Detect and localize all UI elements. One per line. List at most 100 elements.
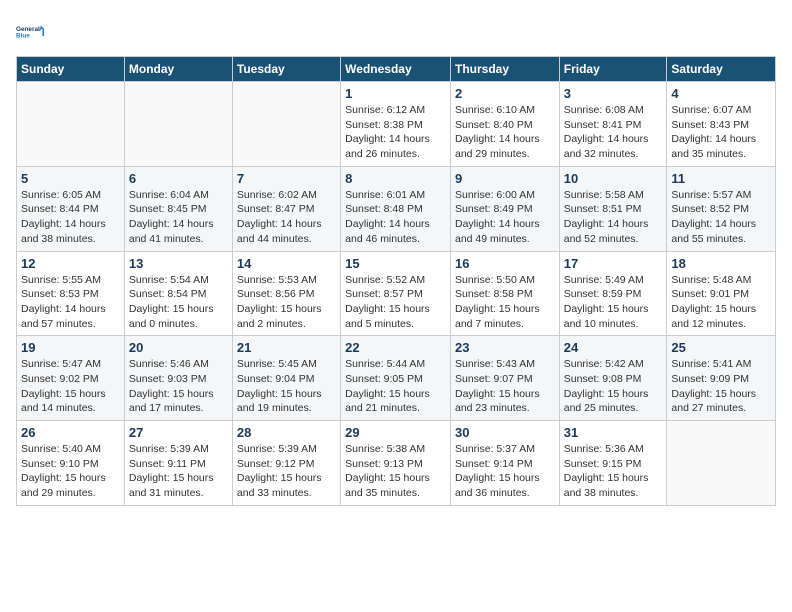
day-info: Sunrise: 5:39 AM Sunset: 9:11 PM Dayligh… <box>129 442 228 501</box>
calendar-week-row: 19 Sunrise: 5:47 AM Sunset: 9:02 PM Dayli… <box>17 336 776 421</box>
day-number: 27 <box>129 425 228 440</box>
logo-icon: GeneralBlue <box>16 16 48 48</box>
calendar-cell <box>232 82 340 167</box>
calendar-cell <box>124 82 232 167</box>
day-info: Sunrise: 6:10 AM Sunset: 8:40 PM Dayligh… <box>455 103 555 162</box>
calendar-cell: 22Sunrise: 5:44 AM Sunset: 9:05 PM Dayli… <box>341 336 451 421</box>
day-number: 15 <box>345 256 446 271</box>
day-info: Sunrise: 5:55 AM Sunset: 8:53 PM Dayligh… <box>21 273 120 332</box>
day-number: 25 <box>671 340 771 355</box>
calendar-cell: 1 Sunrise: 6:12 AM Sunset: 8:38 PM Daylig… <box>341 82 451 167</box>
day-info: Sunrise: 6:08 AM Sunset: 8:41 PM Dayligh… <box>564 103 663 162</box>
calendar-cell: 31Sunrise: 5:36 AM Sunset: 9:15 PM Dayli… <box>559 421 667 506</box>
calendar-cell: 8 Sunrise: 6:01 AM Sunset: 8:48 PM Daylig… <box>341 166 451 251</box>
weekday-header: Friday <box>559 57 667 82</box>
calendar-cell: 24 Sunrise: 5:42 AM Sunset: 9:08 PM Dayli… <box>559 336 667 421</box>
calendar-cell: 12 Sunrise: 5:55 AM Sunset: 8:53 PM Dayli… <box>17 251 125 336</box>
weekday-header: Tuesday <box>232 57 340 82</box>
calendar-cell: 30 Sunrise: 5:37 AM Sunset: 9:14 PM Dayli… <box>450 421 559 506</box>
calendar-cell: 19 Sunrise: 5:47 AM Sunset: 9:02 PM Dayli… <box>17 336 125 421</box>
day-info: Sunrise: 6:01 AM Sunset: 8:48 PM Dayligh… <box>345 188 446 247</box>
calendar-cell: 28 Sunrise: 5:39 AM Sunset: 9:12 PM Dayli… <box>232 421 340 506</box>
day-number: 8 <box>345 171 446 186</box>
svg-text:General: General <box>16 26 40 33</box>
calendar-body: 1 Sunrise: 6:12 AM Sunset: 8:38 PM Daylig… <box>17 82 776 506</box>
day-number: 14 <box>237 256 336 271</box>
day-number: 23 <box>455 340 555 355</box>
day-number: 19 <box>21 340 120 355</box>
day-info: Sunrise: 5:39 AM Sunset: 9:12 PM Dayligh… <box>237 442 336 501</box>
calendar-week-row: 26 Sunrise: 5:40 AM Sunset: 9:10 PM Dayli… <box>17 421 776 506</box>
day-number: 6 <box>129 171 228 186</box>
day-number: 22 <box>345 340 446 355</box>
page-header: GeneralBlue <box>16 16 776 48</box>
day-info: Sunrise: 5:42 AM Sunset: 9:08 PM Dayligh… <box>564 357 663 416</box>
calendar-cell: 4Sunrise: 6:07 AM Sunset: 8:43 PM Daylig… <box>667 82 776 167</box>
calendar-cell: 5Sunrise: 6:05 AM Sunset: 8:44 PM Daylig… <box>17 166 125 251</box>
calendar-cell: 23 Sunrise: 5:43 AM Sunset: 9:07 PM Dayli… <box>450 336 559 421</box>
day-info: Sunrise: 6:04 AM Sunset: 8:45 PM Dayligh… <box>129 188 228 247</box>
day-number: 1 <box>345 86 446 101</box>
day-info: Sunrise: 5:41 AM Sunset: 9:09 PM Dayligh… <box>671 357 771 416</box>
svg-text:Blue: Blue <box>16 33 30 40</box>
day-number: 9 <box>455 171 555 186</box>
day-info: Sunrise: 5:58 AM Sunset: 8:51 PM Dayligh… <box>564 188 663 247</box>
day-number: 28 <box>237 425 336 440</box>
calendar-cell: 3 Sunrise: 6:08 AM Sunset: 8:41 PM Daylig… <box>559 82 667 167</box>
calendar-cell: 29Sunrise: 5:38 AM Sunset: 9:13 PM Dayli… <box>341 421 451 506</box>
calendar-week-row: 1 Sunrise: 6:12 AM Sunset: 8:38 PM Daylig… <box>17 82 776 167</box>
calendar-table: SundayMondayTuesdayWednesdayThursdayFrid… <box>16 56 776 506</box>
day-number: 21 <box>237 340 336 355</box>
calendar-cell: 17 Sunrise: 5:49 AM Sunset: 8:59 PM Dayli… <box>559 251 667 336</box>
day-number: 26 <box>21 425 120 440</box>
day-info: Sunrise: 5:54 AM Sunset: 8:54 PM Dayligh… <box>129 273 228 332</box>
calendar-cell: 7Sunrise: 6:02 AM Sunset: 8:47 PM Daylig… <box>232 166 340 251</box>
day-number: 2 <box>455 86 555 101</box>
weekday-header: Monday <box>124 57 232 82</box>
day-number: 30 <box>455 425 555 440</box>
calendar-cell: 9 Sunrise: 6:00 AM Sunset: 8:49 PM Daylig… <box>450 166 559 251</box>
day-number: 16 <box>455 256 555 271</box>
day-info: Sunrise: 5:43 AM Sunset: 9:07 PM Dayligh… <box>455 357 555 416</box>
day-number: 3 <box>564 86 663 101</box>
day-info: Sunrise: 5:53 AM Sunset: 8:56 PM Dayligh… <box>237 273 336 332</box>
calendar-cell: 25 Sunrise: 5:41 AM Sunset: 9:09 PM Dayli… <box>667 336 776 421</box>
day-number: 17 <box>564 256 663 271</box>
calendar-cell: 10 Sunrise: 5:58 AM Sunset: 8:51 PM Dayli… <box>559 166 667 251</box>
day-number: 18 <box>671 256 771 271</box>
day-number: 20 <box>129 340 228 355</box>
day-number: 24 <box>564 340 663 355</box>
calendar-cell <box>17 82 125 167</box>
calendar-week-row: 12 Sunrise: 5:55 AM Sunset: 8:53 PM Dayli… <box>17 251 776 336</box>
calendar-cell: 16Sunrise: 5:50 AM Sunset: 8:58 PM Dayli… <box>450 251 559 336</box>
day-info: Sunrise: 5:40 AM Sunset: 9:10 PM Dayligh… <box>21 442 120 501</box>
day-info: Sunrise: 5:49 AM Sunset: 8:59 PM Dayligh… <box>564 273 663 332</box>
calendar-cell: 18Sunrise: 5:48 AM Sunset: 9:01 PM Dayli… <box>667 251 776 336</box>
calendar-cell: 13 Sunrise: 5:54 AM Sunset: 8:54 PM Dayli… <box>124 251 232 336</box>
calendar-cell: 15Sunrise: 5:52 AM Sunset: 8:57 PM Dayli… <box>341 251 451 336</box>
day-number: 11 <box>671 171 771 186</box>
day-number: 31 <box>564 425 663 440</box>
weekday-header: Thursday <box>450 57 559 82</box>
day-info: Sunrise: 6:07 AM Sunset: 8:43 PM Dayligh… <box>671 103 771 162</box>
calendar-week-row: 5Sunrise: 6:05 AM Sunset: 8:44 PM Daylig… <box>17 166 776 251</box>
day-info: Sunrise: 5:57 AM Sunset: 8:52 PM Dayligh… <box>671 188 771 247</box>
day-number: 29 <box>345 425 446 440</box>
calendar-cell: 26 Sunrise: 5:40 AM Sunset: 9:10 PM Dayli… <box>17 421 125 506</box>
day-number: 10 <box>564 171 663 186</box>
day-info: Sunrise: 5:46 AM Sunset: 9:03 PM Dayligh… <box>129 357 228 416</box>
calendar-cell: 2 Sunrise: 6:10 AM Sunset: 8:40 PM Daylig… <box>450 82 559 167</box>
logo: GeneralBlue <box>16 16 48 48</box>
weekday-header: Sunday <box>17 57 125 82</box>
day-info: Sunrise: 5:37 AM Sunset: 9:14 PM Dayligh… <box>455 442 555 501</box>
day-info: Sunrise: 6:12 AM Sunset: 8:38 PM Dayligh… <box>345 103 446 162</box>
day-info: Sunrise: 6:00 AM Sunset: 8:49 PM Dayligh… <box>455 188 555 247</box>
calendar-cell: 11 Sunrise: 5:57 AM Sunset: 8:52 PM Dayli… <box>667 166 776 251</box>
day-number: 7 <box>237 171 336 186</box>
day-number: 12 <box>21 256 120 271</box>
day-number: 13 <box>129 256 228 271</box>
day-info: Sunrise: 5:47 AM Sunset: 9:02 PM Dayligh… <box>21 357 120 416</box>
calendar-cell <box>667 421 776 506</box>
calendar-header: SundayMondayTuesdayWednesdayThursdayFrid… <box>17 57 776 82</box>
day-info: Sunrise: 5:45 AM Sunset: 9:04 PM Dayligh… <box>237 357 336 416</box>
